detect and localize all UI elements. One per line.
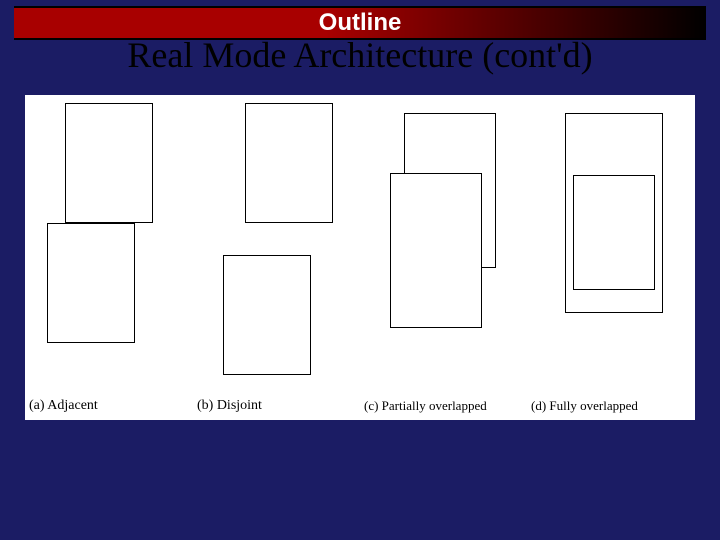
panel-adjacent: (a) Adjacent [25, 95, 193, 420]
segment-rect [65, 103, 153, 223]
caption-adjacent: (a) Adjacent [25, 398, 193, 414]
banner-title: Outline [319, 9, 402, 36]
segment-rect [245, 103, 333, 223]
panel-disjoint: (b) Disjoint [193, 95, 360, 420]
segment-rect [573, 175, 655, 290]
panel-partially-overlapped: (c) Partially overlapped [360, 95, 527, 420]
caption-disjoint: (b) Disjoint [193, 398, 360, 414]
panel-fully-overlapped: (d) Fully overlapped [527, 95, 695, 420]
segment-rect [223, 255, 311, 375]
slide-subtitle: Real Mode Architecture (cont'd) [0, 34, 720, 76]
segment-figure: (a) Adjacent (b) Disjoint (c) Partially … [25, 95, 695, 420]
caption-partially-overlapped: (c) Partially overlapped [360, 398, 527, 414]
segment-rect [47, 223, 135, 343]
segment-rect [390, 173, 482, 328]
caption-fully-overlapped: (d) Fully overlapped [527, 398, 695, 414]
